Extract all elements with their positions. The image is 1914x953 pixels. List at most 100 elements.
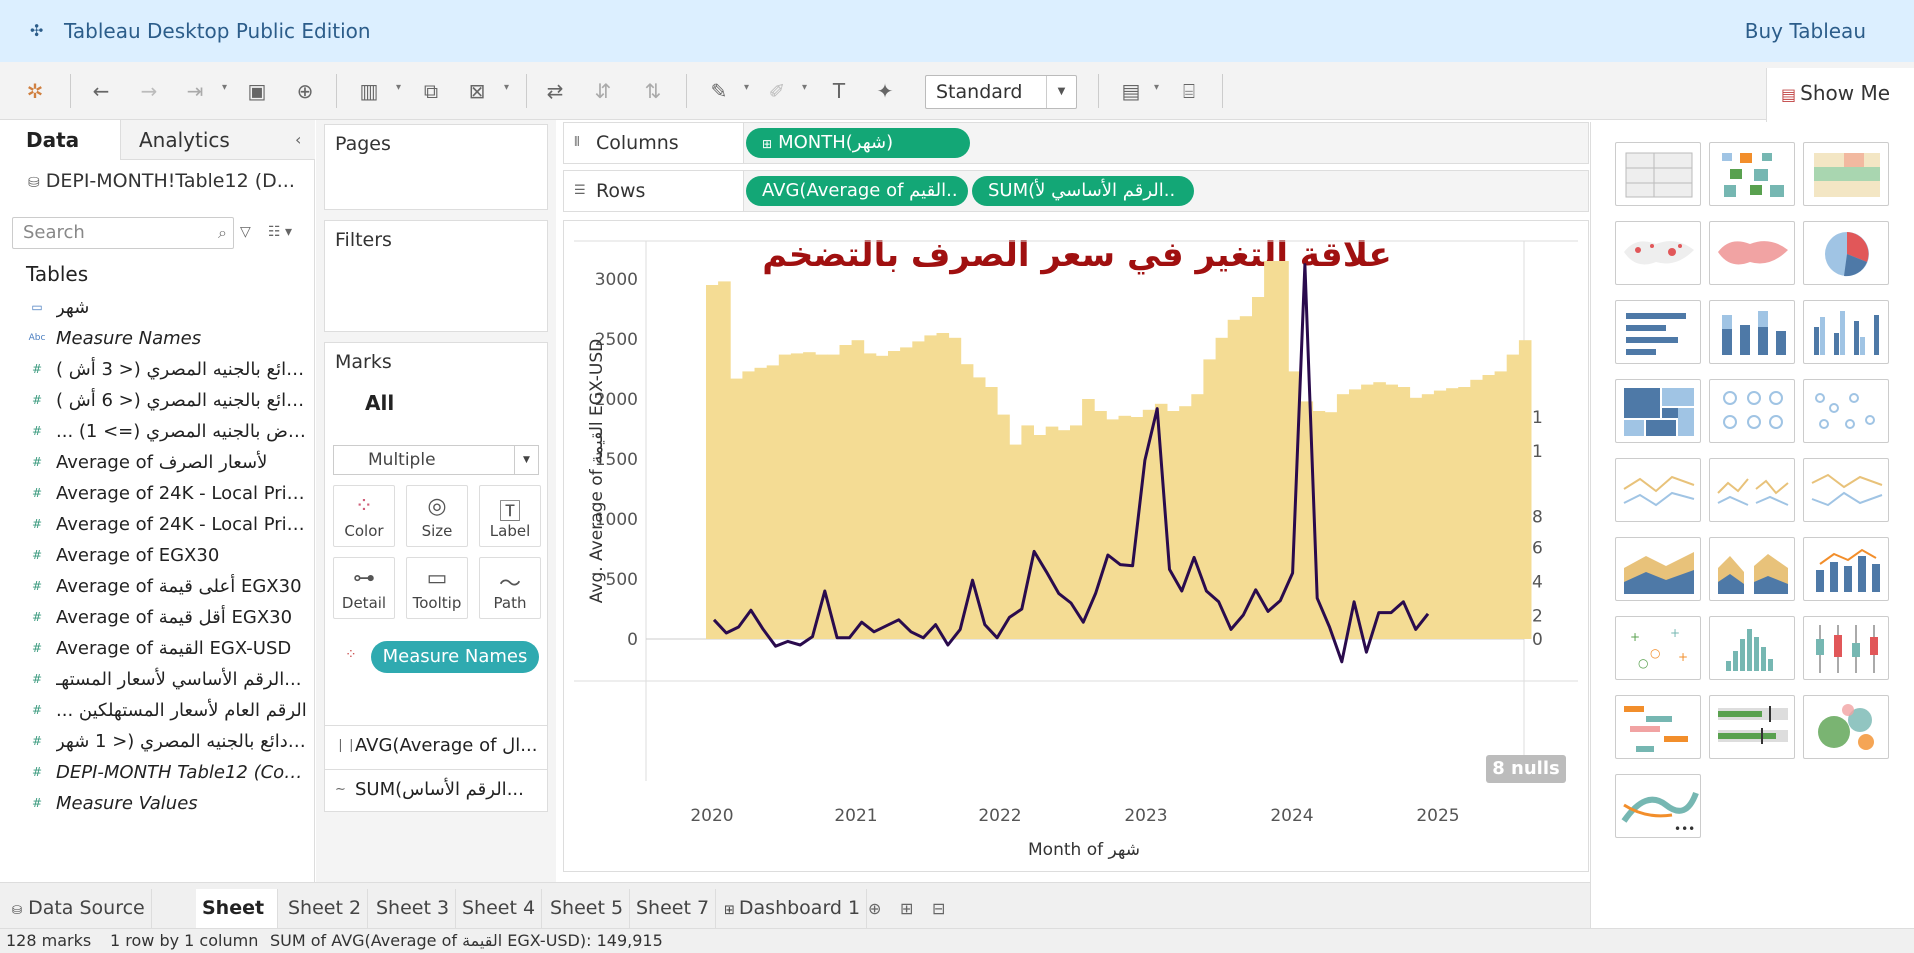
- show-me-pie-chart[interactable]: [1803, 221, 1889, 285]
- tab-sheet-7[interactable]: Sheet 7: [630, 889, 717, 929]
- color-button[interactable]: ⁘ Color: [333, 485, 395, 547]
- datasource-item[interactable]: ⛁ DEPI-MONTH!Table12 (D...: [28, 170, 295, 192]
- show-me-text-table[interactable]: [1615, 142, 1701, 206]
- show-cards-dropdown-icon[interactable]: ▾: [1154, 82, 1159, 93]
- show-me-heat-map[interactable]: [1709, 142, 1795, 206]
- filter-icon[interactable]: ▽: [240, 224, 251, 240]
- search-input[interactable]: Search ⌕: [12, 217, 234, 249]
- replay-icon[interactable]: ⇥: [182, 78, 208, 104]
- size-button[interactable]: ◎ Size: [406, 485, 468, 547]
- tableau-home-icon[interactable]: ✲: [22, 78, 48, 104]
- fit-select[interactable]: Standard ▼: [925, 75, 1077, 109]
- sort-descending-icon[interactable]: ⇅: [640, 78, 666, 104]
- field-item[interactable]: # DEPI-MONTH Table12 (Cou...: [0, 757, 315, 788]
- group-dropdown-icon[interactable]: ▾: [802, 82, 807, 93]
- field-item[interactable]: Abc Measure Names: [0, 323, 315, 354]
- tab-sheet-2[interactable]: Sheet 2: [282, 889, 369, 929]
- view-options-icon[interactable]: ☷ ▾: [268, 224, 292, 240]
- field-item[interactable]: # ودائع بالجنيه المصري (< 1 شهر...: [0, 726, 315, 757]
- undo-icon[interactable]: ←: [88, 78, 114, 104]
- new-worksheet-tab-icon[interactable]: ⊕: [868, 899, 881, 918]
- clear-sheet-dropdown-icon[interactable]: ▾: [504, 82, 509, 93]
- label-button[interactable]: 🅃 Label: [479, 485, 541, 547]
- clear-sheet-icon[interactable]: ⊠: [464, 78, 490, 104]
- show-me-side-by-side-bars[interactable]: [1803, 300, 1889, 364]
- field-item[interactable]: ▭ شهر: [0, 292, 315, 323]
- show-me-histogram[interactable]: [1709, 616, 1795, 680]
- field-item[interactable]: # ودائع بالجنيه المصري (< 6 أش )...: [0, 385, 315, 416]
- presentation-mode-icon[interactable]: ⌸: [1176, 78, 1202, 104]
- new-dashboard-tab-icon[interactable]: ⊞: [900, 899, 913, 918]
- buy-tableau-link[interactable]: Buy Tableau: [1745, 19, 1866, 43]
- show-me-horizontal-bars[interactable]: [1615, 300, 1701, 364]
- tooltip-button[interactable]: ▭ Tooltip: [406, 557, 468, 619]
- show-me-discrete-lines[interactable]: [1709, 458, 1795, 522]
- show-mark-labels-icon[interactable]: T: [826, 78, 852, 104]
- show-me-box-whisker[interactable]: [1803, 616, 1889, 680]
- show-me-continuous-lines[interactable]: [1615, 458, 1701, 522]
- highlight-dropdown-icon[interactable]: ▾: [744, 82, 749, 93]
- field-item[interactable]: # Average of أعلى قيمة EGX30: [0, 571, 315, 602]
- field-item[interactable]: # الرقم الأساسي لأسعار المستهـ...: [0, 664, 315, 695]
- save-icon[interactable]: ▣: [244, 78, 270, 104]
- show-me-area-continuous[interactable]: [1615, 537, 1701, 601]
- show-me-dual-combination[interactable]: [1803, 537, 1889, 601]
- duplicate-sheet-icon[interactable]: ⧉: [418, 78, 444, 104]
- show-me-side-by-side-circles[interactable]: [1803, 379, 1889, 443]
- show-me-symbol-map[interactable]: [1615, 221, 1701, 285]
- tab-analytics[interactable]: Analytics: [120, 120, 315, 160]
- show-me-highlight-table[interactable]: [1803, 142, 1889, 206]
- show-me-filled-map[interactable]: [1709, 221, 1795, 285]
- tab-sheet-4[interactable]: Sheet 4: [456, 889, 543, 929]
- marks-avg-shelf[interactable]: ❘❘ AVG(Average of ال...: [325, 725, 547, 765]
- field-item[interactable]: # ودائع بالجنيه المصري (< 3 أش )...: [0, 354, 315, 385]
- show-me-packed-bubbles[interactable]: [1803, 695, 1889, 759]
- tab-dashboard-1[interactable]: ⊞ Dashboard 1: [718, 889, 868, 929]
- show-me-gantt-chart[interactable]: [1615, 695, 1701, 759]
- mark-type-select[interactable]: Multiple ▼: [333, 445, 539, 475]
- show-me-circle-views[interactable]: [1709, 379, 1795, 443]
- measure-names-pill[interactable]: Measure Names: [371, 641, 539, 673]
- rows-pill-avg[interactable]: AVG(Average of القيم..: [746, 176, 968, 206]
- tab-data-source[interactable]: ⛁ Data Source: [4, 889, 152, 929]
- tab-data[interactable]: Data: [0, 120, 120, 160]
- show-me-area-discrete[interactable]: [1709, 537, 1795, 601]
- fix-axes-icon[interactable]: ✦: [872, 78, 898, 104]
- show-me-bullet-graph[interactable]: [1709, 695, 1795, 759]
- field-item[interactable]: # Average of 24K - Local Pric...: [0, 509, 315, 540]
- field-item[interactable]: # Average of أقل قيمة EGX30: [0, 602, 315, 633]
- show-me-lines-map[interactable]: •••: [1615, 774, 1701, 838]
- show-cards-icon[interactable]: ▤: [1118, 78, 1144, 104]
- show-me-stacked-bars[interactable]: [1709, 300, 1795, 364]
- field-item[interactable]: # Average of EGX30: [0, 540, 315, 571]
- show-me-button[interactable]: ▤ Show Me: [1766, 68, 1914, 122]
- filters-card[interactable]: Filters: [324, 220, 548, 332]
- month-pill[interactable]: ⊞ MONTH(شهر): [746, 128, 970, 158]
- new-worksheet-icon[interactable]: ▥: [356, 78, 382, 104]
- field-item[interactable]: # Measure Values: [0, 788, 315, 819]
- field-item[interactable]: # Average of القيمة EGX-USD: [0, 633, 315, 664]
- pages-card[interactable]: Pages: [324, 124, 548, 210]
- new-story-tab-icon[interactable]: ⊟: [932, 899, 945, 918]
- path-button[interactable]: 〜 Path: [479, 557, 541, 619]
- group-members-icon[interactable]: ✐: [764, 78, 790, 104]
- tab-sheet-1[interactable]: Sheet 1: [196, 889, 278, 953]
- rows-shelf[interactable]: ☰ Rows AVG(Average of القيم.. SUM(الرقم ا…: [563, 170, 1589, 212]
- show-me-scatter-plot[interactable]: + ○ + ○ +: [1615, 616, 1701, 680]
- field-item[interactable]: # ... الرقم العام لأسعار المستهلكين: [0, 695, 315, 726]
- marks-sum-shelf[interactable]: ∼ SUM(الرقم الأساس...: [325, 769, 547, 809]
- new-datasource-icon[interactable]: ⊕: [292, 78, 318, 104]
- field-item[interactable]: # Average of 24K - Local Pric...: [0, 478, 315, 509]
- tab-sheet-5[interactable]: Sheet 5: [544, 889, 631, 929]
- nulls-indicator[interactable]: 8 nulls: [1486, 755, 1566, 783]
- tab-sheet-3[interactable]: Sheet 3: [370, 889, 457, 929]
- worksheet-view[interactable]: علاقة التغير في سعر الصرف بالتضخم 3000 25…: [563, 220, 1589, 872]
- field-item[interactable]: # Average of لأسعار الصرف: [0, 447, 315, 478]
- new-worksheet-dropdown-icon[interactable]: ▾: [396, 82, 401, 93]
- show-me-treemap[interactable]: [1615, 379, 1701, 443]
- show-me-dual-lines[interactable]: [1803, 458, 1889, 522]
- sort-ascending-icon[interactable]: ⇵: [590, 78, 616, 104]
- collapse-pane-icon[interactable]: ‹: [295, 130, 301, 149]
- combo-chart[interactable]: 30002500200015001000500011864202020 2021 2…: [564, 221, 1588, 871]
- field-item[interactable]: # ... قروض بالجنيه المصري (=> 1): [0, 416, 315, 447]
